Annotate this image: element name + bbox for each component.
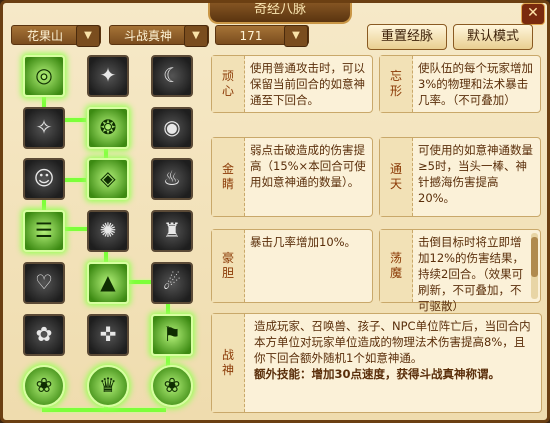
- skill-name: 通天: [380, 138, 413, 216]
- meridian-skill-icon: ☄: [163, 270, 181, 294]
- level-select-value: 171: [239, 29, 263, 43]
- meridian-tree: ◎ ✦ ☾ ✧ ❂ ◉ ☺ ◈ ♨ ☰ ✺ ♜ ♡ ▲ ☄ ✿ ✜ ⚑ ❀ ♛ ❀: [11, 50, 201, 420]
- skill-name-text: 通天: [389, 162, 402, 191]
- meridian-skill-icon: ✿: [35, 322, 53, 346]
- skill-name: 忘形: [380, 56, 413, 112]
- meridian-node[interactable]: ✧: [23, 107, 65, 149]
- window-title: 奇经八脉: [208, 3, 352, 24]
- meridian-node[interactable]: ◉: [151, 107, 193, 149]
- skill-description: 可使用的如意神通数量≥5时，当头一棒、神针撼海伤害提高20%。: [418, 143, 533, 205]
- skill-card: 忘形使队伍的每个玩家增加3%的物理和法术暴击几率。（不可叠加）: [379, 55, 541, 113]
- meridian-node[interactable]: ✦: [87, 55, 129, 97]
- skill-card: 通天可使用的如意神通数量≥5时，当头一棒、神针撼海伤害提高20%。: [379, 137, 541, 217]
- meridian-skill-icon: ❂: [99, 115, 117, 139]
- skill-name-text: 顽心: [221, 69, 234, 98]
- meridian-node[interactable]: ♜: [151, 210, 193, 252]
- meridian-node[interactable]: ◎: [23, 55, 65, 97]
- meridian-node[interactable]: ❀: [23, 365, 65, 407]
- meridian-skill-icon: ✦: [99, 63, 117, 87]
- close-button[interactable]: ✕: [521, 3, 545, 25]
- meridian-node[interactable]: ▲: [87, 262, 129, 304]
- meridian-node[interactable]: ⚑: [151, 314, 193, 356]
- skill-description: 使队伍的每个玩家增加3%的物理和法术暴击几率。（不可叠加）: [418, 61, 533, 107]
- skill-name-text: 战神: [221, 348, 234, 377]
- skill-card: 战神造成玩家、召唤兽、孩子、NPC单位阵亡后，当回合内本方单位对玩家单位造成的物…: [211, 313, 542, 413]
- skill-description: 弱点击破造成的伤害提高（15%×本回合可使用如意神通的数量）。: [250, 143, 366, 189]
- meridian-node[interactable]: ✿: [23, 314, 65, 356]
- reset-meridian-button[interactable]: 重置经脉: [367, 24, 447, 50]
- meridian-skill-icon: ✜: [99, 322, 117, 346]
- meridian-node[interactable]: ☺: [23, 158, 65, 200]
- skill-card: 豪胆 暴击几率增加10%。: [211, 229, 373, 303]
- meridian-skill-icon: ☾: [163, 63, 181, 87]
- skill-name: 荡魔: [380, 230, 413, 302]
- meridian-skill-icon: ☺: [33, 166, 55, 190]
- chevron-down-icon[interactable]: ▼: [184, 25, 208, 47]
- meridian-skill-icon: ✧: [35, 115, 53, 139]
- meridian-skill-icon: ♜: [163, 218, 181, 242]
- meridian-skill-icon: ✺: [99, 218, 117, 242]
- meridian-skill-icon: ◎: [35, 63, 53, 87]
- meridian-node[interactable]: ✜: [87, 314, 129, 356]
- chevron-down-icon[interactable]: ▼: [284, 25, 308, 47]
- school-select-value: 花果山: [26, 29, 63, 43]
- skill-name-text: 金睛: [221, 162, 234, 191]
- skill-name-text: 豪胆: [221, 251, 234, 280]
- meridian-window: 奇经八脉 ✕ 花果山 ▼ 斗战真神 ▼ 171 ▼ 重置经脉 默认模式 ◎ ✦ ☾ ✧…: [0, 0, 550, 423]
- skill-description: 击倒目标时将立即增加12%的伤害结果，持续2回合。（效果可刷新，不可叠加，不可驱…: [418, 235, 525, 313]
- meridian-skill-icon: ☰: [35, 218, 53, 242]
- skill-description: 造成玩家、召唤兽、孩子、NPC单位阵亡后，当回合内本方单位对玩家单位造成的物理法…: [254, 318, 535, 382]
- skill-name-text: 忘形: [389, 69, 402, 98]
- meridian-skill-icon: ⚑: [163, 322, 181, 346]
- meridian-skill-icon: ♛: [99, 373, 117, 397]
- chevron-down-icon[interactable]: ▼: [76, 25, 100, 47]
- scrollbar[interactable]: [531, 233, 538, 299]
- meridian-node[interactable]: ☾: [151, 55, 193, 97]
- skill-name: 战神: [212, 314, 245, 412]
- meridian-skill-icon: ❀: [163, 373, 181, 397]
- meridian-skill-icon: ◈: [100, 166, 116, 190]
- skill-description: 使用普通攻击时，可以保留当前回合的如意神通至下回合。: [250, 61, 365, 107]
- level-select[interactable]: 171 ▼: [215, 25, 309, 47]
- meridian-node[interactable]: ☰: [23, 210, 65, 252]
- path-select[interactable]: 斗战真神 ▼: [109, 25, 209, 47]
- skill-name: 金睛: [212, 138, 245, 216]
- scrollbar-thumb[interactable]: [531, 237, 538, 277]
- skill-description: 暴击几率增加10%。: [250, 235, 357, 249]
- meridian-skill-icon: ▲: [100, 270, 116, 294]
- meridian-node[interactable]: ❂: [87, 107, 129, 149]
- school-select[interactable]: 花果山 ▼: [11, 25, 101, 47]
- meridian-node[interactable]: ♡: [23, 262, 65, 304]
- meridian-link: [42, 408, 166, 412]
- meridian-node[interactable]: ✺: [87, 210, 129, 252]
- skill-name-text: 荡魔: [389, 251, 402, 280]
- default-mode-button[interactable]: 默认模式: [453, 24, 533, 50]
- path-select-value: 斗战真神: [123, 29, 172, 43]
- skill-card: 金睛弱点击破造成的伤害提高（15%×本回合可使用如意神通的数量）。: [211, 137, 373, 217]
- meridian-node[interactable]: ☄: [151, 262, 193, 304]
- skill-extra: 额外技能：增加30点速度，获得斗战真神称谓。: [254, 367, 501, 381]
- skill-name: 豪胆: [212, 230, 245, 302]
- meridian-skill-icon: ❀: [35, 373, 53, 397]
- meridian-skill-icon: ♨: [163, 166, 181, 190]
- meridian-skill-icon: ♡: [35, 270, 53, 294]
- meridian-skill-icon: ◉: [163, 115, 181, 139]
- meridian-node[interactable]: ♛: [87, 365, 129, 407]
- skill-card: 顽心使用普通攻击时，可以保留当前回合的如意神通至下回合。: [211, 55, 373, 113]
- skill-name: 顽心: [212, 56, 245, 112]
- meridian-node[interactable]: ◈: [87, 158, 129, 200]
- meridian-node[interactable]: ♨: [151, 158, 193, 200]
- skill-card: 荡魔击倒目标时将立即增加12%的伤害结果，持续2回合。（效果可刷新，不可叠加，不…: [379, 229, 541, 313]
- meridian-node[interactable]: ❀: [151, 365, 193, 407]
